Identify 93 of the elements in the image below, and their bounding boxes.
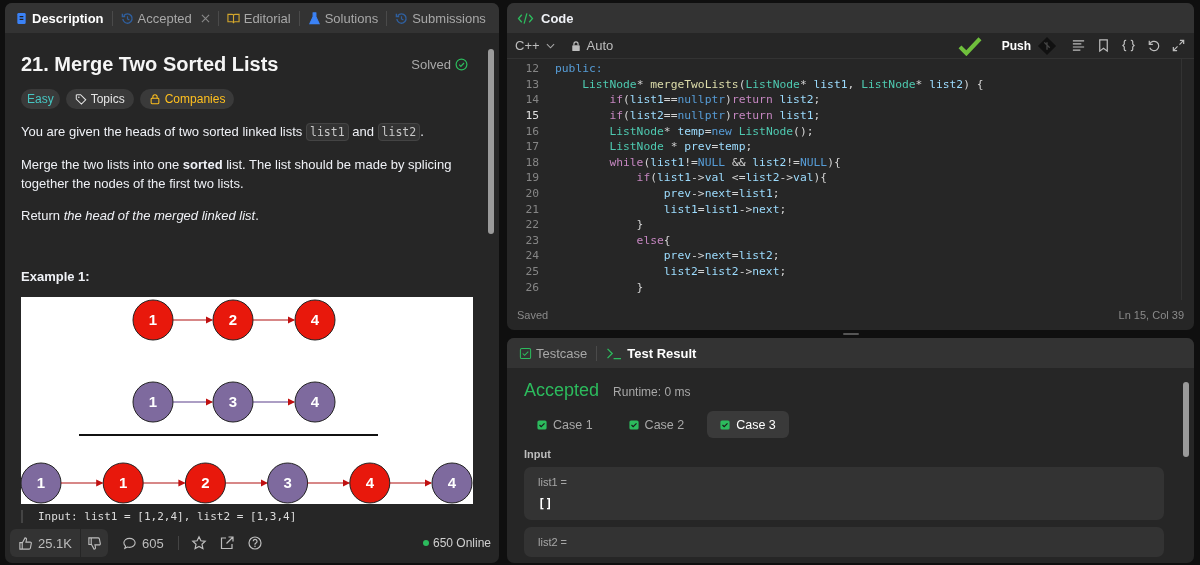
save-status: Saved bbox=[517, 309, 549, 321]
expand-icon[interactable] bbox=[1171, 38, 1186, 53]
flask-icon bbox=[307, 11, 321, 25]
check-icon bbox=[957, 35, 982, 56]
lock-icon bbox=[148, 93, 161, 105]
braces-icon[interactable] bbox=[1121, 38, 1136, 53]
panel-tab[interactable]: Description bbox=[13, 10, 106, 26]
bookmark-icon[interactable] bbox=[1096, 38, 1111, 53]
line-number: 18 bbox=[524, 155, 539, 169]
chevron-down-icon bbox=[545, 42, 555, 49]
thumbs-down-icon bbox=[87, 535, 102, 551]
code-line: if(list1->val <=list2->val){ bbox=[635, 171, 828, 185]
code-line: while(list1!=NULL && list2!=NULL){ bbox=[608, 155, 841, 169]
code-line: } bbox=[635, 280, 644, 294]
example-heading: Example 1: bbox=[21, 269, 91, 284]
lock-icon bbox=[570, 39, 581, 52]
share-icon[interactable] bbox=[218, 535, 235, 551]
line-number: 17 bbox=[524, 140, 539, 154]
panel-title: Code bbox=[541, 10, 574, 26]
line-number: 16 bbox=[524, 124, 539, 138]
push-button[interactable]: Push bbox=[1001, 38, 1031, 53]
line-number: 21 bbox=[524, 202, 539, 216]
code-line: ListNode* temp=new ListNode(); bbox=[608, 124, 814, 138]
comments-button[interactable]: 605 bbox=[120, 529, 166, 557]
line-number: 19 bbox=[524, 171, 539, 185]
comment-icon bbox=[122, 535, 137, 551]
panel-tab[interactable]: Solutions bbox=[305, 10, 381, 26]
code-line: else{ bbox=[635, 233, 671, 247]
panel-tab[interactable]: Submissions bbox=[393, 10, 488, 26]
verdict-text: Accepted bbox=[524, 380, 600, 401]
case-tab[interactable]: Case 1 bbox=[524, 411, 606, 438]
terminal-icon bbox=[606, 346, 624, 360]
code-line: if(list2==nullptr)return list1; bbox=[608, 109, 821, 123]
book-icon bbox=[226, 11, 240, 25]
thumbs-up-icon bbox=[18, 535, 33, 551]
like-button[interactable]: 25.1K bbox=[10, 529, 80, 557]
problem-title: 21. Merge Two Sorted Lists bbox=[21, 53, 280, 76]
line-number: 15 bbox=[524, 109, 539, 123]
description-paragraph: Merge the two lists into one sorted list. The list should be made by splicing together the nodes of the first two lists. bbox=[21, 156, 453, 193]
code-line: list2=list2->next; bbox=[662, 265, 787, 278]
description-paragraph: Return the head of the merged linked list. bbox=[21, 207, 260, 225]
difficulty-badge: Easy bbox=[21, 89, 60, 109]
tag-icon bbox=[74, 93, 87, 105]
linked-list-diagram: 1 2 4 1 3 4 1 1 2 3 4 4 bbox=[21, 297, 473, 504]
line-number: 20 bbox=[524, 187, 539, 201]
solved-status: Solved bbox=[411, 57, 451, 72]
code-line: ListNode * prev=temp; bbox=[608, 140, 753, 154]
line-number: 23 bbox=[524, 233, 539, 247]
cursor-position: Ln 15, Col 39 bbox=[1118, 309, 1184, 321]
checkbox-icon bbox=[519, 346, 532, 360]
panel-tab[interactable]: Accepted bbox=[118, 10, 212, 26]
code-line: prev->next=list1; bbox=[662, 187, 780, 201]
code-line: ListNode* mergeTwoLists(ListNode* list1, ListNode* list2) { bbox=[581, 77, 984, 91]
format-icon[interactable] bbox=[1071, 38, 1086, 53]
panel-tab[interactable]: Testcase bbox=[517, 345, 590, 361]
star-icon[interactable] bbox=[190, 535, 207, 551]
line-number: 13 bbox=[524, 77, 539, 91]
online-dot-icon bbox=[422, 540, 429, 546]
variable-name: list2 = bbox=[538, 536, 569, 548]
code-line: } bbox=[635, 218, 644, 232]
variable-value: [] bbox=[538, 497, 554, 511]
code-icon bbox=[517, 11, 534, 25]
case-tab[interactable]: Case 3 bbox=[707, 411, 789, 438]
variable-name: list1 = bbox=[538, 476, 569, 488]
code-line: prev->next=list2; bbox=[662, 249, 780, 263]
description-paragraph: You are given the heads of two sorted linked lists list1 and list2 . bbox=[21, 122, 425, 142]
document-icon bbox=[15, 11, 28, 25]
panel-tab[interactable]: Test Result bbox=[604, 345, 699, 361]
check-circle-icon bbox=[455, 58, 468, 71]
close-icon[interactable] bbox=[200, 13, 210, 23]
line-number: 22 bbox=[524, 218, 539, 232]
tag-chip[interactable]: Companies bbox=[139, 89, 235, 109]
input-heading: Input bbox=[524, 448, 552, 460]
undo-icon[interactable] bbox=[1146, 38, 1161, 53]
line-number: 24 bbox=[524, 249, 539, 263]
mode-label: Auto bbox=[586, 38, 614, 53]
code-line: if(list1==nullptr)return list2; bbox=[608, 93, 821, 107]
help-icon[interactable] bbox=[246, 535, 263, 551]
line-number: 26 bbox=[524, 280, 539, 294]
runtime-text: Runtime: 0 ms bbox=[613, 385, 691, 399]
line-number: 25 bbox=[524, 265, 539, 278]
line-number: 14 bbox=[524, 93, 539, 107]
tag-chip[interactable]: Topics bbox=[65, 89, 134, 109]
line-number: 12 bbox=[524, 62, 539, 76]
history-icon bbox=[395, 11, 409, 25]
dislike-button[interactable] bbox=[81, 529, 108, 557]
language-dropdown[interactable]: C++ bbox=[515, 38, 555, 53]
code-line: list1=list1->next; bbox=[662, 202, 787, 216]
history-icon bbox=[120, 11, 134, 25]
case-tab[interactable]: Case 2 bbox=[615, 411, 698, 438]
panel-tab[interactable]: Editorial bbox=[224, 10, 293, 26]
code-line: public: bbox=[555, 62, 603, 76]
online-count: 650 Online bbox=[432, 536, 491, 550]
